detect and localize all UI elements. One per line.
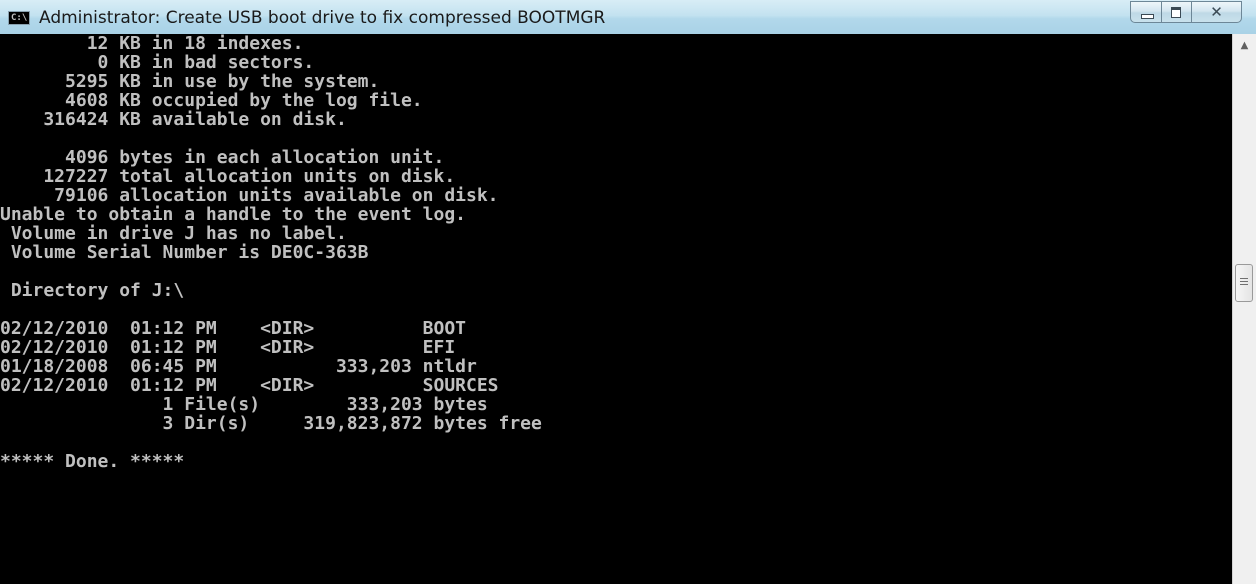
console-line: Directory of J:\ (0, 280, 185, 301)
vertical-scrollbar[interactable]: ▲ (1232, 34, 1256, 584)
console-line: 12 KB in 18 indexes. (0, 34, 304, 54)
console-line: 02/12/2010 01:12 PM <DIR> EFI (0, 337, 456, 358)
maximize-button[interactable] (1162, 1, 1192, 23)
console-line: 5295 KB in use by the system. (0, 71, 380, 92)
console-line: 1 File(s) 333,203 bytes (0, 394, 488, 415)
close-button[interactable]: ✕ (1192, 1, 1242, 23)
console-line: Unable to obtain a handle to the event l… (0, 204, 466, 225)
close-icon: ✕ (1210, 2, 1223, 21)
console-text: 12 KB in 18 indexes. 0 KB in bad sectors… (0, 34, 1232, 471)
console-line: 3 Dir(s) 319,823,872 bytes free (0, 413, 542, 434)
console-line: 79106 allocation units available on disk… (0, 185, 499, 206)
window-title: Administrator: Create USB boot drive to … (39, 8, 606, 28)
console-line: 4608 KB occupied by the log file. (0, 90, 423, 111)
console-line: 02/12/2010 01:12 PM <DIR> SOURCES (0, 375, 499, 396)
minimize-icon (1141, 14, 1154, 19)
console-line: 316424 KB available on disk. (0, 109, 347, 130)
scroll-thumb[interactable] (1235, 264, 1253, 302)
console-line: 127227 total allocation units on disk. (0, 166, 456, 187)
command-prompt-window: C:\ Administrator: Create USB boot drive… (0, 0, 1256, 584)
scroll-up-arrow-icon[interactable]: ▲ (1233, 34, 1256, 56)
maximize-icon (1171, 7, 1181, 18)
minimize-button[interactable] (1130, 1, 1162, 23)
console-line: 01/18/2008 06:45 PM 333,203 ntldr (0, 356, 477, 377)
console-line: 4096 bytes in each allocation unit. (0, 147, 445, 168)
console-line: Volume in drive J has no label. (0, 223, 347, 244)
console-line: ***** Done. ***** (0, 451, 185, 472)
scroll-thumb-grip-icon (1240, 278, 1248, 287)
cmd-icon[interactable]: C:\ (8, 11, 30, 25)
caption-buttons: ✕ (1130, 1, 1242, 25)
console-line: 0 KB in bad sectors. (0, 52, 315, 73)
console-line: Volume Serial Number is DE0C-363B (0, 242, 369, 263)
console-output[interactable]: 12 KB in 18 indexes. 0 KB in bad sectors… (0, 34, 1232, 584)
title-bar[interactable]: C:\ Administrator: Create USB boot drive… (0, 0, 1256, 34)
console-line: 02/12/2010 01:12 PM <DIR> BOOT (0, 318, 466, 339)
